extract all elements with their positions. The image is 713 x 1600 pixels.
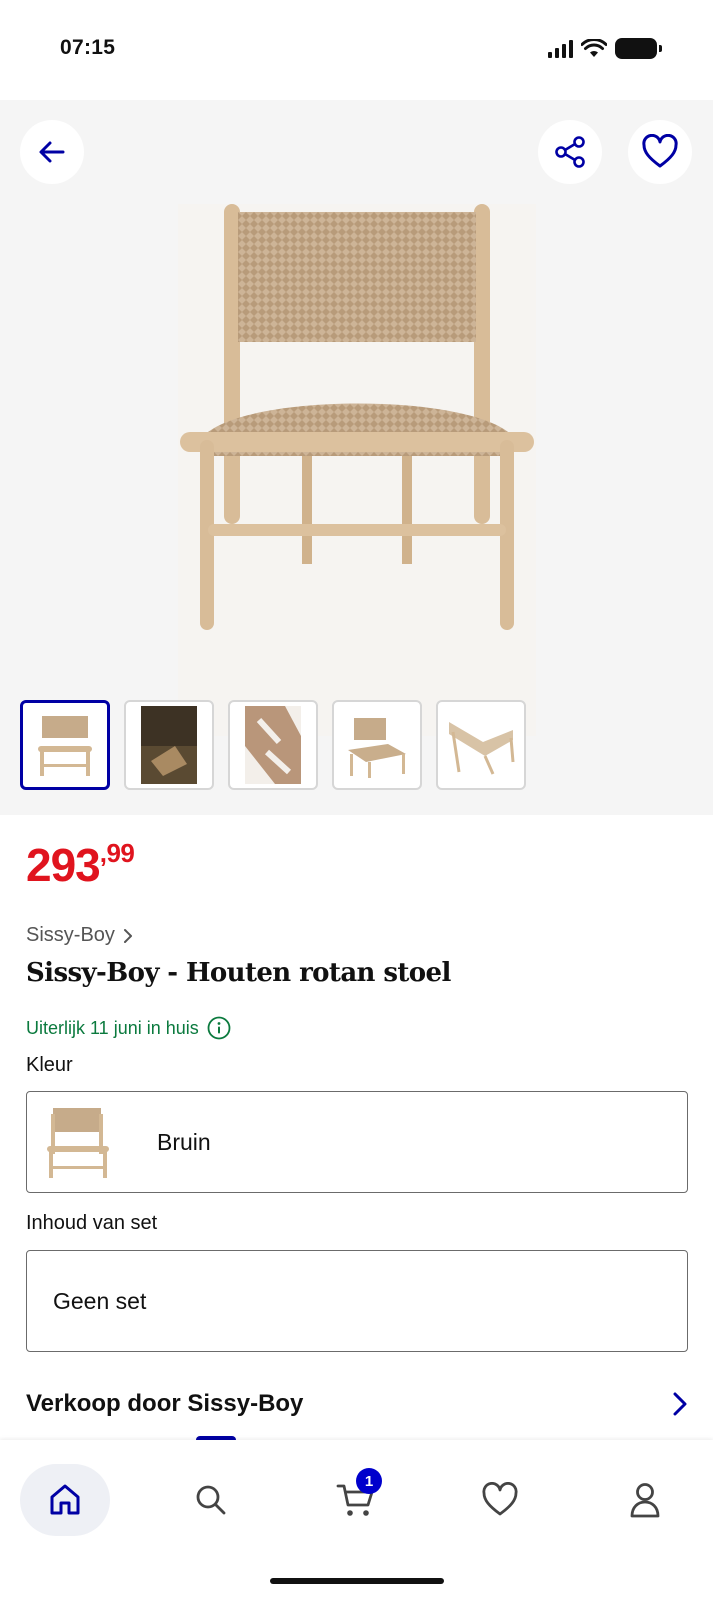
status-bar: 07:15	[0, 0, 713, 100]
color-selector[interactable]: Bruin	[26, 1091, 688, 1193]
product-title: Sissy-Boy - Houten rotan stoel	[26, 958, 451, 988]
share-icon	[555, 136, 585, 168]
status-icons	[548, 38, 662, 59]
thumbnail-1[interactable]	[20, 700, 110, 790]
product-page: 07:15 293,99 Sissy-Boy Sissy-Boy - Houte…	[0, 0, 713, 1600]
thumbnail-5[interactable]	[436, 700, 526, 790]
status-time: 07:15	[60, 36, 116, 59]
share-button[interactable]	[538, 120, 602, 184]
tab-search[interactable]	[166, 1464, 256, 1536]
seller-row[interactable]: Verkoop door Sissy-Boy	[26, 1390, 688, 1418]
back-button[interactable]	[20, 120, 84, 184]
tab-account[interactable]	[600, 1464, 690, 1536]
brand-link[interactable]: Sissy-Boy	[26, 924, 133, 947]
product-price: 293,99	[26, 839, 135, 891]
chevron-right-icon	[123, 928, 132, 943]
set-selector[interactable]: Geen set	[26, 1250, 688, 1352]
favorite-button[interactable]	[628, 120, 692, 184]
product-gallery	[0, 100, 713, 815]
search-icon	[196, 1485, 226, 1515]
set-label: Inhoud van set	[26, 1212, 158, 1234]
main-product-image[interactable]	[178, 204, 536, 736]
heart-icon	[642, 134, 678, 168]
seller-text: Verkoop door Sissy-Boy	[26, 1390, 304, 1417]
thumbnail-2[interactable]	[124, 700, 214, 790]
info-icon[interactable]	[207, 1016, 231, 1040]
chevron-right-icon	[673, 1392, 687, 1416]
color-label: Kleur	[26, 1054, 73, 1076]
home-icon	[50, 1484, 80, 1515]
heart-icon	[482, 1482, 518, 1516]
color-value: Bruin	[157, 1128, 211, 1155]
thumbnail-strip	[20, 700, 526, 790]
tab-home[interactable]	[20, 1464, 110, 1536]
tab-wishlist[interactable]	[455, 1464, 545, 1536]
set-value: Geen set	[53, 1287, 147, 1314]
thumbnail-4[interactable]	[332, 700, 422, 790]
color-swatch-image	[45, 1102, 111, 1182]
thumbnail-3[interactable]	[228, 700, 318, 790]
cart-count-badge: 1	[356, 1468, 382, 1494]
wifi-icon	[581, 38, 607, 57]
tab-cart[interactable]: 1	[310, 1464, 400, 1536]
user-icon	[630, 1483, 660, 1518]
home-indicator	[270, 1578, 444, 1584]
arrow-left-icon	[39, 141, 65, 163]
price-integer: 293	[26, 839, 101, 891]
price-decimal: ,99	[99, 838, 135, 868]
delivery-text: Uiterlijk 11 juni in huis	[26, 1017, 199, 1038]
battery-icon	[615, 38, 662, 59]
delivery-info: Uiterlijk 11 juni in huis	[26, 1016, 231, 1040]
brand-name: Sissy-Boy	[26, 924, 115, 946]
signal-icon	[548, 39, 573, 58]
bottom-tab-bar: 1	[0, 1440, 713, 1600]
